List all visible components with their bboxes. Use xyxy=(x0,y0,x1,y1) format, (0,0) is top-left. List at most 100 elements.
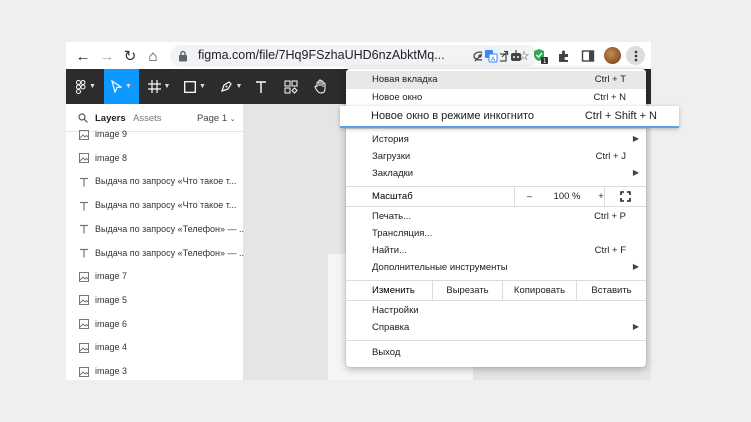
reload-icon: ↻ xyxy=(123,48,137,65)
page-selector[interactable]: Page 1 ⌄ xyxy=(197,113,236,124)
layer-row[interactable]: image 9 xyxy=(66,124,244,147)
hand-tool-button[interactable] xyxy=(310,69,332,104)
layer-label: image 6 xyxy=(95,318,128,329)
layer-label: image 3 xyxy=(95,366,128,376)
text-layer-icon xyxy=(78,248,89,259)
copy-button[interactable]: Копировать xyxy=(502,281,576,300)
cut-button[interactable]: Вырезать xyxy=(432,281,502,300)
rectangle-icon xyxy=(184,80,196,93)
cursor-icon xyxy=(111,80,123,93)
edit-label: Изменить xyxy=(372,285,415,296)
chevron-down-icon: ▼ xyxy=(125,83,132,90)
paste-button[interactable]: Вставить xyxy=(576,281,646,300)
menu-item-more-tools[interactable]: Дополнительные инструменты ▶ xyxy=(346,259,646,277)
forward-button[interactable]: → xyxy=(98,47,116,65)
puzzle-icon[interactable] xyxy=(555,47,573,65)
tab-assets[interactable]: Assets xyxy=(133,113,162,124)
move-tool-button[interactable]: ▼ xyxy=(104,69,139,104)
layer-row[interactable]: image 7 xyxy=(66,266,244,289)
search-icon[interactable] xyxy=(78,113,88,123)
shield-check-icon[interactable]: 1 xyxy=(531,47,549,65)
edit-row: Изменить Вырезать Копировать Вставить xyxy=(346,281,646,300)
layer-label: image 5 xyxy=(95,294,128,305)
sidepanel-icon[interactable] xyxy=(579,47,597,65)
layer-row[interactable]: Выдача по запросу «Что такое т... xyxy=(66,195,244,218)
layer-row[interactable]: image 5 xyxy=(66,290,244,313)
shape-tool-button[interactable]: ▼ xyxy=(179,69,211,104)
text-layer-icon xyxy=(78,200,89,211)
menu-divider xyxy=(346,128,646,129)
text-layer-icon xyxy=(78,224,89,235)
layer-row[interactable]: Выдача по запросу «Что такое т... xyxy=(66,171,244,194)
chevron-right-icon: ▶ xyxy=(632,134,639,143)
text-layer-icon xyxy=(78,176,89,187)
menu-item-history[interactable]: История ▶ xyxy=(346,131,646,149)
chevron-right-icon: ▶ xyxy=(632,168,639,177)
translate-icon[interactable]: A xyxy=(482,47,500,65)
menu-item-new-window[interactable]: Новое окно Ctrl + N xyxy=(346,89,646,107)
image-layer-icon xyxy=(78,153,89,164)
layer-row[interactable]: image 4 xyxy=(66,337,244,360)
image-layer-icon xyxy=(78,295,89,306)
layer-row[interactable]: image 6 xyxy=(66,314,244,337)
frame-tool-button[interactable]: ▼ xyxy=(143,69,175,104)
fullscreen-button[interactable] xyxy=(604,187,646,206)
menu-divider xyxy=(346,340,646,341)
text-icon xyxy=(256,80,266,93)
text-tool-button[interactable] xyxy=(250,69,272,104)
chevron-right-icon: ▶ xyxy=(632,262,639,271)
tab-layers[interactable]: Layers xyxy=(95,113,126,124)
page-name: Page 1 xyxy=(197,113,228,124)
menu-item-find[interactable]: Найти... Ctrl + F xyxy=(346,242,646,260)
layers-panel: Layers Assets Page 1 ⌄ image 9 image 8 Выд… xyxy=(66,104,246,380)
chevron-down-icon: ▼ xyxy=(199,83,206,90)
reload-button[interactable]: ↻ xyxy=(121,47,139,65)
figma-main-menu[interactable]: ▼ xyxy=(70,69,102,104)
layer-row[interactable]: image 8 xyxy=(66,148,244,171)
menu-item-print[interactable]: Печать... Ctrl + P xyxy=(346,208,646,226)
kebab-icon xyxy=(634,50,637,61)
menu-item-exit[interactable]: Выход xyxy=(346,344,646,362)
layer-label: image 7 xyxy=(95,271,128,282)
zoom-value: 100 % xyxy=(553,191,581,202)
image-layer-icon xyxy=(78,319,89,330)
lock-icon xyxy=(179,50,187,62)
frame-icon xyxy=(147,80,161,93)
menu-item-help[interactable]: Справка ▶ xyxy=(346,319,646,337)
zoom-out-button[interactable]: – xyxy=(514,187,544,206)
chevron-down-icon: ▼ xyxy=(235,83,243,90)
home-icon: ⌂ xyxy=(148,47,158,65)
home-button[interactable]: ⌂ xyxy=(144,47,162,65)
layer-row[interactable]: Выдача по запросу «Телефон» — ... xyxy=(66,219,246,242)
image-layer-icon xyxy=(78,366,89,377)
menu-kebab-button[interactable] xyxy=(626,46,645,65)
layer-label: image 9 xyxy=(95,129,128,139)
zoom-label: Масштаб xyxy=(372,191,413,202)
menu-item-bookmarks[interactable]: Закладки ▶ xyxy=(346,165,646,183)
image-layer-icon xyxy=(78,129,89,140)
layer-row[interactable]: Выдача по запросу «Телефон» — ... xyxy=(66,243,246,266)
resources-button[interactable] xyxy=(280,69,302,104)
menu-item-new-tab[interactable]: Новая вкладка Ctrl + T xyxy=(346,71,646,89)
image-layer-icon xyxy=(78,271,89,282)
image-layer-icon xyxy=(78,342,89,353)
chevron-down-icon: ▼ xyxy=(89,83,96,90)
menu-item-cast[interactable]: Трансляция... xyxy=(346,225,646,243)
menu-item-incognito[interactable]: Новое окно в режиме инкогнито Ctrl + Shi… xyxy=(340,106,679,128)
chevron-right-icon: ▶ xyxy=(632,322,639,331)
layer-row[interactable]: image 3 xyxy=(66,361,244,380)
profile-avatar[interactable] xyxy=(604,47,621,64)
pen-tool-button[interactable]: ▼ xyxy=(215,69,247,104)
menu-divider xyxy=(346,206,646,207)
hand-icon xyxy=(314,79,326,94)
chevron-down-icon: ▼ xyxy=(163,83,171,90)
back-button[interactable]: ← xyxy=(74,47,92,65)
forward-icon: → xyxy=(99,47,115,65)
layer-label: Выдача по запросу «Что такое т... xyxy=(95,176,237,187)
menu-item-settings[interactable]: Настройки xyxy=(346,302,646,320)
robot-icon[interactable] xyxy=(507,47,525,65)
layer-label: image 8 xyxy=(95,152,128,163)
menu-item-downloads[interactable]: Загрузки Ctrl + J xyxy=(346,148,646,166)
back-icon: ← xyxy=(75,47,91,65)
layer-label: Выдача по запросу «Что такое т... xyxy=(95,200,237,211)
